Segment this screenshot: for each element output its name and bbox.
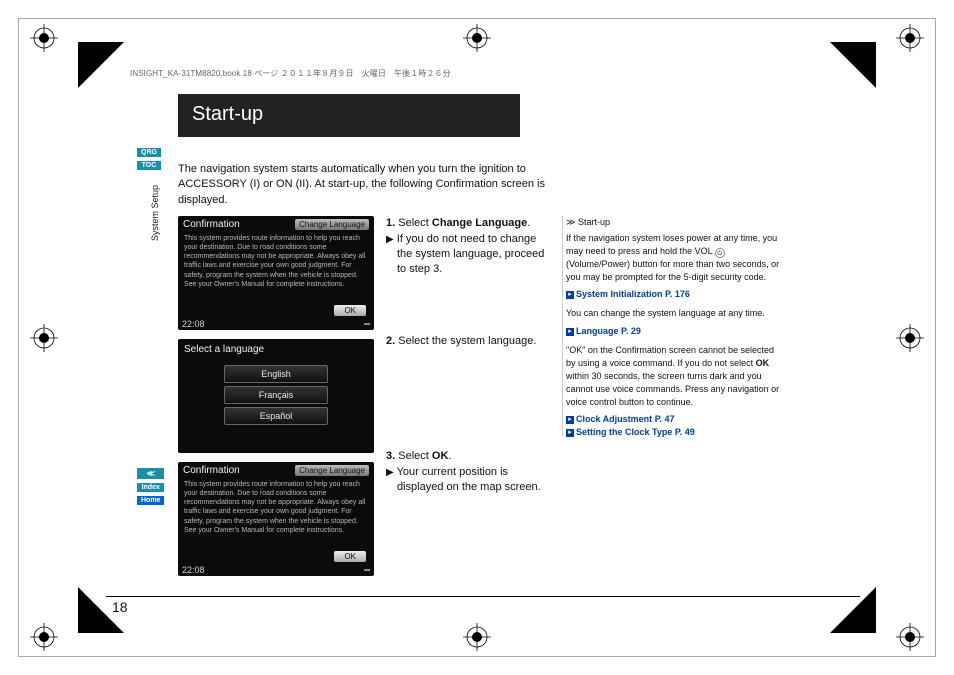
corner-bracket-icon (830, 587, 876, 633)
registration-mark-icon (463, 623, 491, 651)
step-1: 1. Select Change Language. ▶ If you do n… (386, 216, 550, 278)
info-paragraph-2: You can change the system language at an… (566, 307, 780, 320)
registration-mark-icon (896, 324, 924, 352)
tab-index[interactable]: Index (137, 483, 164, 492)
link-system-initialization[interactable]: System Initialization P. 176 (576, 288, 690, 301)
side-section-label: System Setup (150, 185, 160, 241)
nav-title: Select a language (178, 339, 374, 359)
nav-clock: 22:08 (178, 319, 205, 329)
language-option-espanol: Español (224, 407, 328, 425)
registration-mark-icon (463, 24, 491, 52)
tab-toc[interactable]: TOC (137, 161, 161, 170)
section-title: Start-up (178, 94, 520, 137)
registration-mark-icon (30, 324, 58, 352)
link-icon: ▸ (566, 416, 574, 424)
change-language-button: Change Language (295, 465, 369, 476)
triangle-icon: ▶ (386, 234, 394, 245)
info-paragraph-3: "OK" on the Confirmation screen cannot b… (566, 344, 780, 409)
page-rule (106, 596, 860, 597)
nav-description: This system provides route information t… (178, 232, 374, 291)
select-language-screenshot: Select a language English Français Españ… (178, 339, 374, 453)
nav-title: Confirmation (183, 465, 240, 476)
registration-mark-icon (30, 24, 58, 52)
language-option-francais: Français (224, 386, 328, 404)
confirmation-screenshot-2: Confirmation Change Language This system… (178, 462, 374, 576)
link-clock-adjustment[interactable]: Clock Adjustment P. 47 (576, 413, 675, 426)
document-header-line: INSIGHT_KA-31TM8820.book 18 ページ ２０１１年８月９… (130, 68, 451, 79)
registration-mark-icon (896, 623, 924, 651)
triangle-icon: ▶ (386, 467, 394, 478)
step-2: 2. Select the system language. (386, 334, 550, 349)
nav-title: Confirmation (183, 219, 240, 230)
link-icon: ▸ (566, 291, 574, 299)
change-language-button: Change Language (295, 219, 369, 230)
registration-mark-icon (30, 623, 58, 651)
intro-paragraph: The navigation system starts automatical… (178, 162, 568, 208)
tab-qrg[interactable]: QRG (137, 148, 161, 157)
info-sidebar: ≫ Start-up If the navigation system lose… (562, 216, 780, 576)
tab-voice[interactable]: ≪ (137, 468, 164, 479)
page-number: 18 (112, 599, 128, 615)
confirmation-screenshot-1: Confirmation Change Language This system… (178, 216, 374, 330)
nav-clock: 22:08 (178, 565, 205, 575)
volume-power-icon: ⏻ (715, 248, 725, 258)
link-icon: ▸ (566, 328, 574, 336)
sidebar-heading: Start-up (578, 217, 610, 227)
corner-bracket-icon (78, 42, 124, 88)
link-icon: ▸ (566, 429, 574, 437)
ok-button: OK (334, 305, 366, 316)
nav-description: This system provides route information t… (178, 478, 374, 537)
tab-home[interactable]: Home (137, 496, 164, 505)
corner-bracket-icon (830, 42, 876, 88)
step-3: 3. Select OK. ▶ Your current position is… (386, 449, 550, 495)
registration-mark-icon (896, 24, 924, 52)
ok-button: OK (334, 551, 366, 562)
info-paragraph-1: If the navigation system loses power at … (566, 232, 780, 284)
link-setting-clock-type[interactable]: Setting the Clock Type P. 49 (576, 426, 695, 439)
sidebar-marker-icon: ≫ (566, 217, 575, 227)
language-option-english: English (224, 365, 328, 383)
link-language[interactable]: Language P. 29 (576, 325, 641, 338)
